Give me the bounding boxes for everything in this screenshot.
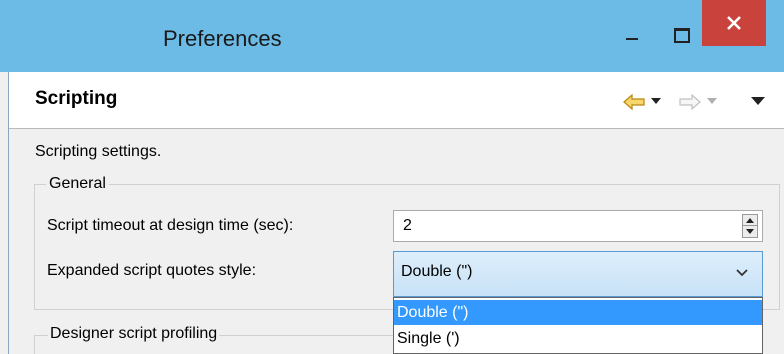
- quotes-style-value: Double ("): [401, 263, 473, 280]
- close-button[interactable]: [702, 0, 766, 46]
- quotes-style-dropdown[interactable]: Double (") Single ('): [393, 297, 763, 354]
- minimize-button[interactable]: [620, 18, 644, 52]
- minimize-icon: [626, 38, 638, 40]
- page-header: Scripting: [9, 72, 784, 129]
- back-dropdown-icon[interactable]: [651, 98, 661, 104]
- spinner-divider: [743, 225, 757, 226]
- title-bar[interactable]: Preferences: [0, 0, 784, 72]
- view-menu-icon[interactable]: [751, 97, 765, 105]
- maximize-icon: [674, 27, 690, 43]
- timeout-label: Script timeout at design time (sec):: [47, 217, 294, 234]
- page-title: Scripting: [35, 88, 118, 109]
- quotes-style-select[interactable]: Double ("): [393, 251, 763, 297]
- window-title: Preferences: [163, 26, 282, 51]
- timeout-spinner[interactable]: 2: [393, 210, 763, 242]
- profiling-group-border-left: [34, 335, 35, 354]
- spinner-buttons[interactable]: [742, 214, 758, 238]
- chevron-down-icon: [736, 269, 748, 277]
- general-group-label: General: [46, 175, 109, 193]
- forward-dropdown-icon[interactable]: [707, 98, 717, 104]
- close-icon: [727, 16, 741, 30]
- profiling-group-label: Designer script profiling: [48, 325, 220, 343]
- back-arrow-icon[interactable]: [623, 94, 645, 110]
- page-description: Scripting settings.: [35, 143, 162, 160]
- spin-up-icon[interactable]: [746, 218, 754, 223]
- timeout-value[interactable]: 2: [403, 217, 412, 235]
- maximize-button[interactable]: [664, 18, 700, 52]
- spin-down-icon[interactable]: [746, 229, 754, 234]
- quotes-style-label: Expanded script quotes style:: [47, 262, 257, 279]
- forward-arrow-icon[interactable]: [679, 94, 701, 110]
- dropdown-option-double[interactable]: Double ("): [394, 300, 762, 325]
- dropdown-option-single[interactable]: Single ('): [394, 326, 762, 351]
